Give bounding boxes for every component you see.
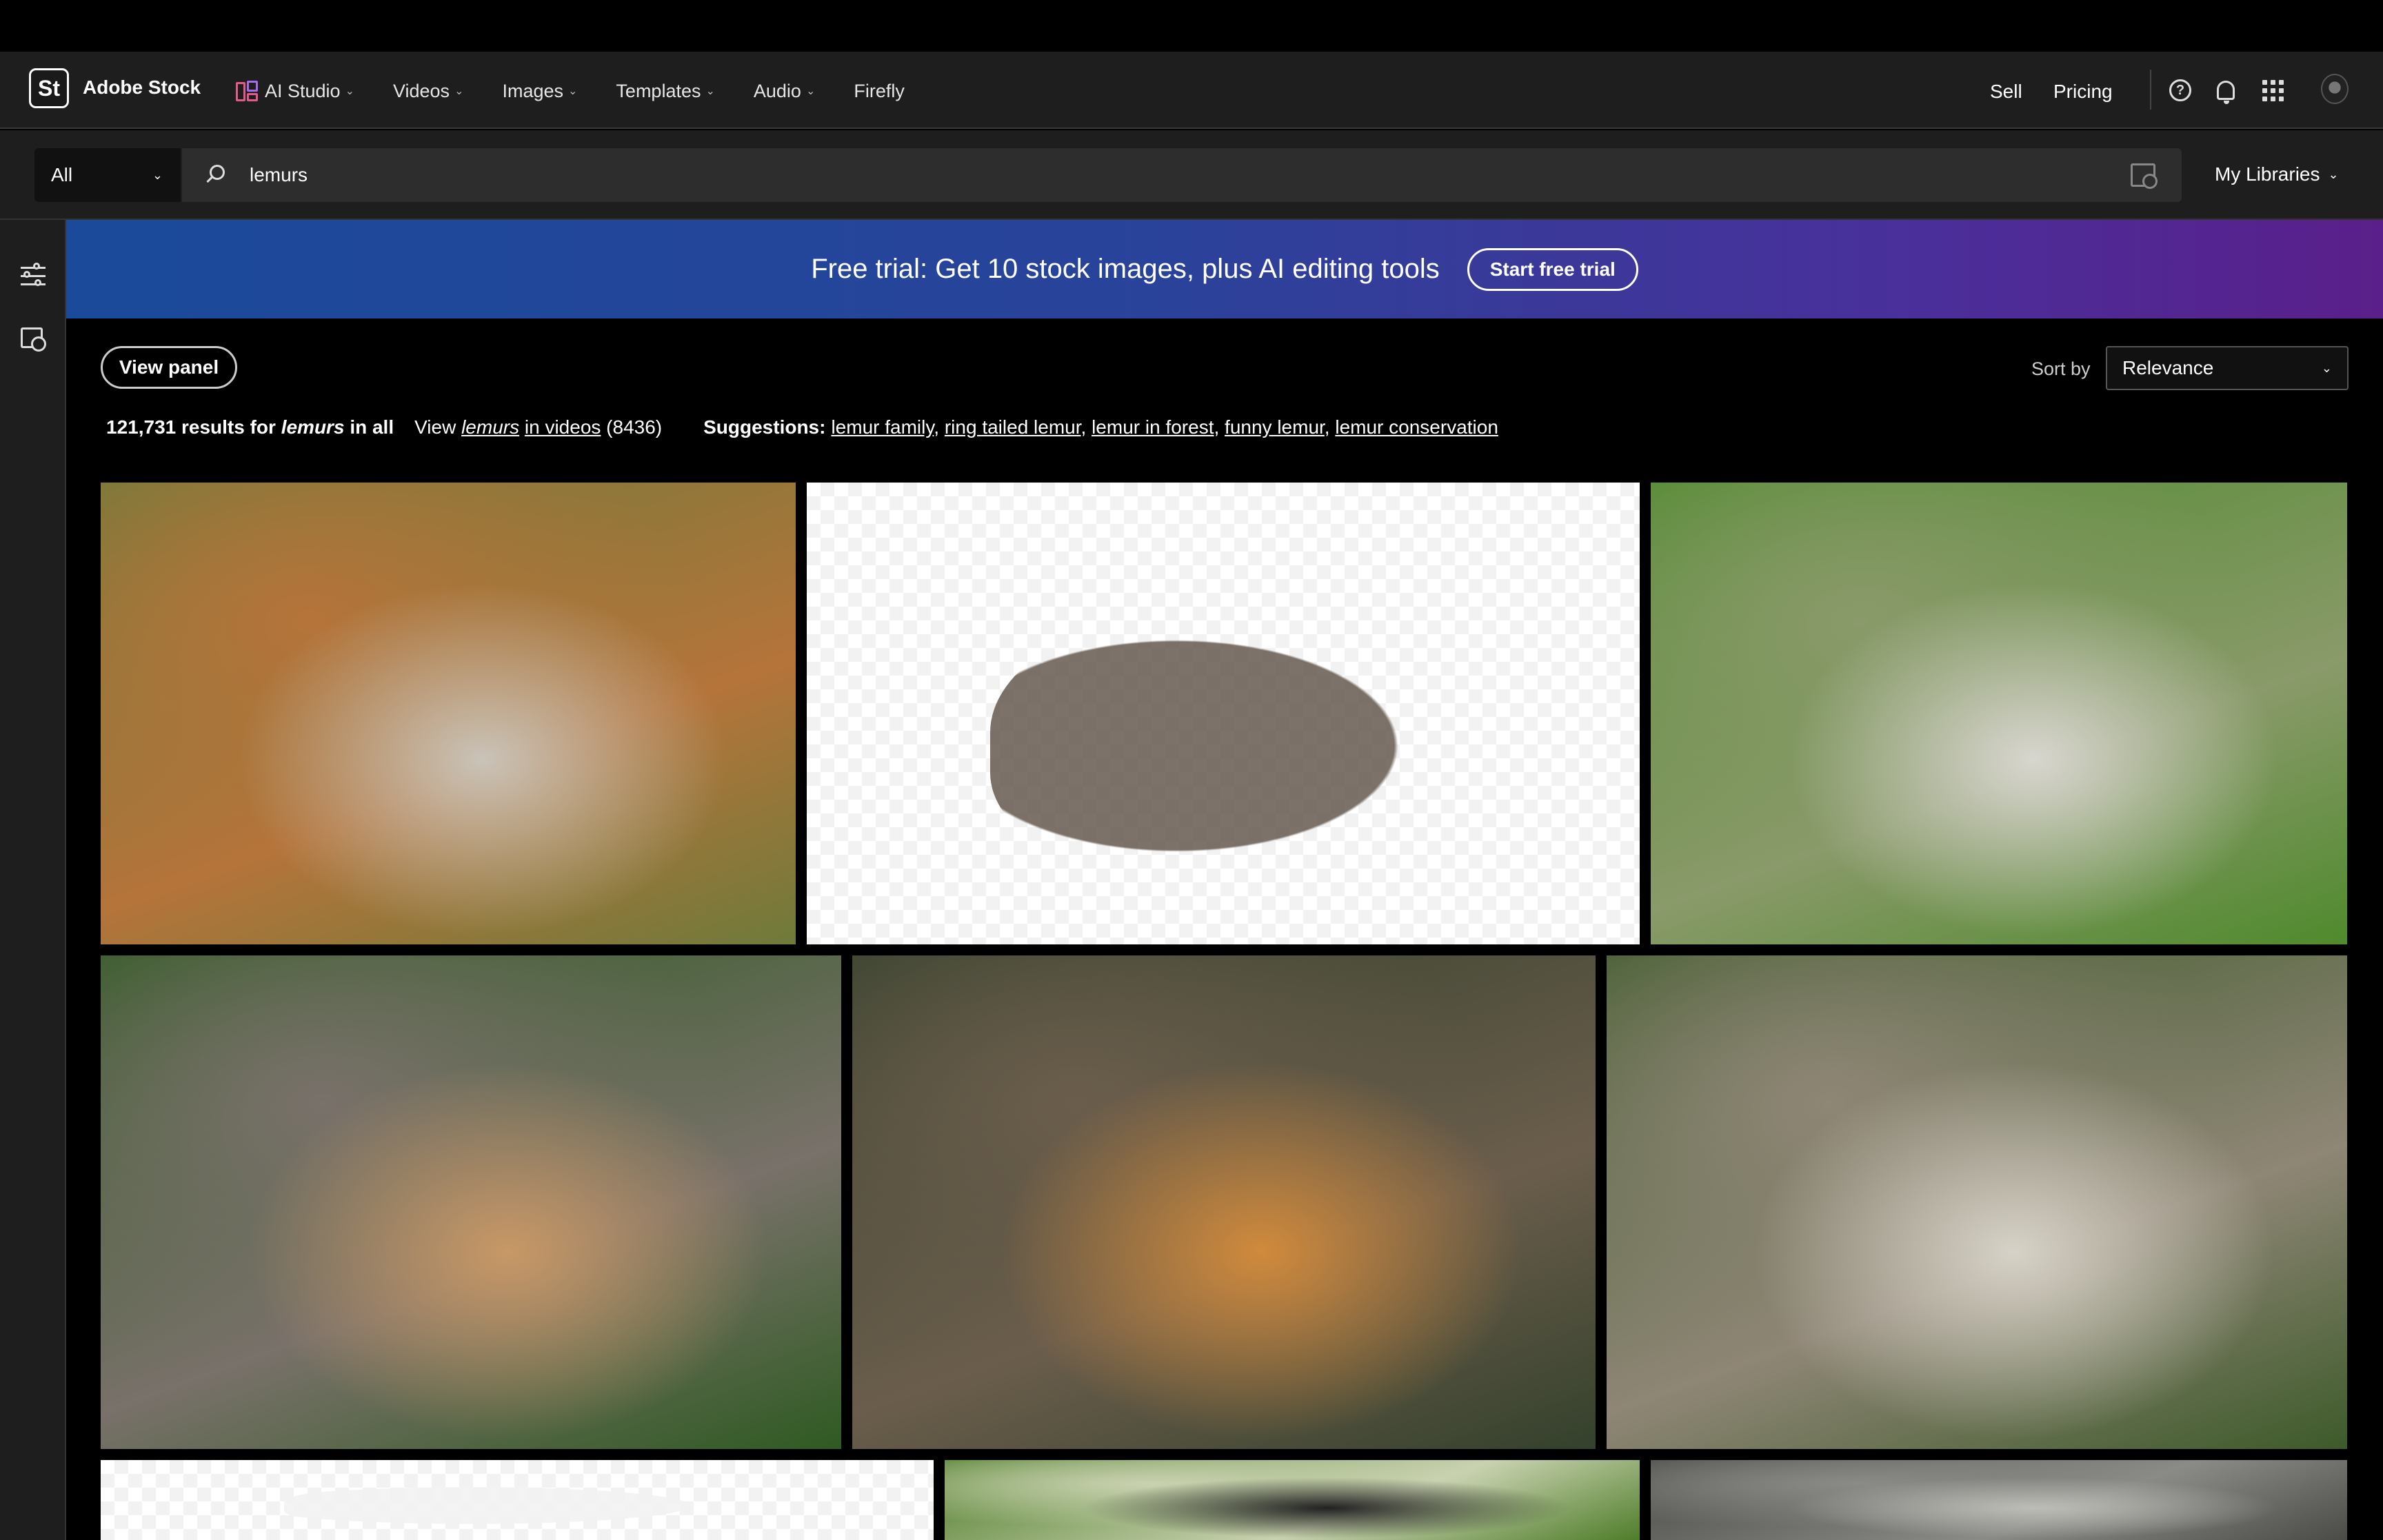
notifications-button[interactable] (2212, 77, 2240, 104)
search-box (182, 148, 2182, 202)
results-summary: 121,731 results for lemurs in all View l… (106, 416, 1498, 438)
adobe-stock-logo[interactable]: St (29, 68, 69, 108)
search-input[interactable] (250, 161, 2042, 190)
image-tile-sifaka-on-tree[interactable] (852, 955, 1596, 1449)
chevron-down-icon: ⌄ (2321, 361, 2332, 375)
nav-ai-studio[interactable]: AI Studio ⌄ (234, 77, 354, 105)
suggestion-link[interactable]: ring tailed lemur (945, 416, 1081, 438)
image-tile-lemur-family-close-up[interactable] (1651, 483, 2347, 944)
chevron-down-icon: ⌄ (568, 85, 578, 97)
visual-search-icon[interactable] (21, 327, 46, 352)
top-strip (0, 0, 2383, 52)
logo-text: St (38, 75, 60, 101)
video-count: (8436) (606, 416, 663, 438)
chevron-down-icon: ⌄ (152, 168, 163, 182)
suggestion-link[interactable]: lemur conservation (1335, 416, 1498, 438)
libraries-label: My Libraries (2215, 163, 2320, 185)
image-tile-walking-lemur-transparent[interactable] (807, 483, 1640, 944)
help-button[interactable]: ? (2166, 77, 2194, 104)
search-scope-select[interactable]: All ⌄ (34, 148, 181, 202)
image-tile-lemur-tail-green[interactable] (945, 1460, 1640, 1540)
nav-images[interactable]: Images ⌄ (502, 77, 577, 105)
suggestions-label: Suggestions: (703, 416, 826, 438)
search-bar-row: All ⌄ My Libraries ⌄ (0, 130, 2383, 220)
brand-name[interactable]: Adobe Stock (83, 77, 201, 99)
suggestion-link[interactable]: funny lemur (1225, 416, 1325, 438)
image-tile-group-of-lemurs-on-fence[interactable] (101, 483, 796, 944)
nav-label: Templates (616, 80, 701, 101)
nav-videos[interactable]: Videos ⌄ (393, 77, 463, 105)
apps-button[interactable] (2259, 77, 2286, 104)
chevron-down-icon: ⌄ (345, 85, 354, 97)
help-icon: ? (2169, 79, 2191, 101)
nav-label: Audio (753, 80, 801, 101)
filters-icon[interactable] (18, 261, 48, 292)
image-tile-lemur-on-log[interactable] (101, 955, 841, 1449)
app-grid-icon (2262, 79, 2284, 101)
search-icon (210, 165, 225, 180)
results-term: lemurs (281, 416, 345, 438)
nav-label: Firefly (854, 80, 905, 101)
nav-label: Images (502, 80, 564, 101)
pricing-link[interactable]: Pricing (2053, 81, 2113, 103)
suggestion-link[interactable]: lemur in forest (1092, 416, 1214, 438)
image-tile-lemur-partial-transparent[interactable] (101, 1460, 934, 1540)
chevron-down-icon: ⌄ (454, 85, 464, 97)
view-videos[interactable]: View lemurs in videos (8436) (414, 416, 662, 438)
sort-select[interactable]: Relevance ⌄ (2106, 346, 2349, 390)
view-panel-button[interactable]: View panel (101, 346, 237, 389)
profile-button[interactable] (2321, 74, 2349, 104)
banner-text: Free trial: Get 10 stock images, plus AI… (811, 254, 1440, 284)
image-tile-lemur-grey-partial[interactable] (1651, 1460, 2347, 1540)
sort-by-label: Sort by (2031, 358, 2091, 379)
start-free-trial-button[interactable]: Start free trial (1467, 247, 1638, 291)
image-tile-excited-lemurs-selfie[interactable] (1607, 955, 2347, 1449)
my-libraries-button[interactable]: My Libraries ⌄ (2215, 163, 2339, 185)
left-rail (0, 220, 66, 1540)
in-videos-link[interactable]: in videos (525, 416, 601, 438)
sell-link[interactable]: Sell (1990, 81, 2022, 103)
avatar (2321, 74, 2349, 104)
lemur-silhouette (989, 611, 1457, 880)
scope-value: All (51, 164, 73, 185)
nav-templates[interactable]: Templates ⌄ (616, 77, 714, 105)
view-label: View (414, 416, 456, 438)
sort-value: Relevance (2122, 357, 2214, 378)
bell-icon (2217, 81, 2235, 104)
chevron-down-icon: ⌄ (2328, 167, 2339, 181)
main-nav: AI Studio ⌄ Videos ⌄ Images ⌄ Templates ⌄ Au… (234, 77, 943, 105)
header-divider (2150, 70, 2151, 110)
global-header: St Adobe Stock AI Studio ⌄ Videos ⌄ Images… (0, 52, 2383, 129)
ai-studio-icon (234, 79, 262, 103)
lemur-silhouette (283, 1482, 751, 1529)
nav-label: Videos (392, 80, 450, 101)
suggestions-list: lemur family, ring tailed lemur, lemur i… (831, 416, 1498, 438)
chevron-down-icon: ⌄ (805, 85, 816, 97)
nav-audio[interactable]: Audio ⌄ (754, 77, 815, 105)
nav-firefly[interactable]: Firefly (854, 77, 905, 105)
chevron-down-icon: ⌄ (705, 85, 715, 97)
free-trial-banner: Free trial: Get 10 stock images, plus AI… (66, 220, 2383, 318)
results-count-text: 121,731 results for (106, 416, 276, 438)
suggestion-link[interactable]: lemur family (831, 416, 934, 438)
results-scope: in all (350, 416, 394, 438)
nav-label: AI Studio (265, 80, 341, 101)
visual-search-icon[interactable] (2131, 163, 2158, 189)
results-count: 121,731 results for lemurs in all (106, 416, 394, 438)
video-term-link[interactable]: lemurs (461, 416, 519, 438)
